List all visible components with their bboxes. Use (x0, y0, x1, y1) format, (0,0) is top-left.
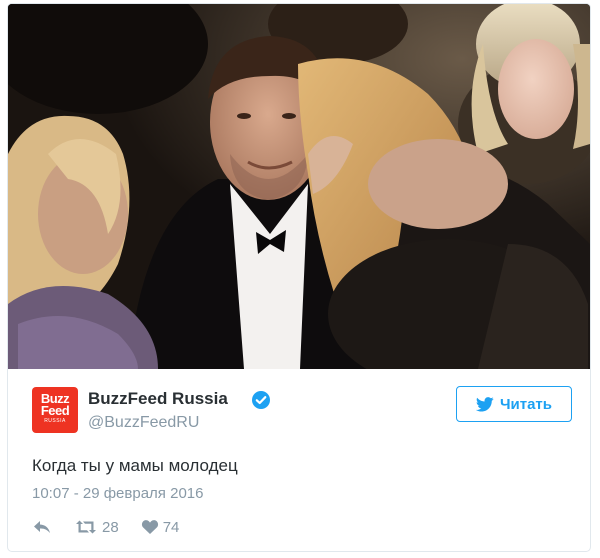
tweet-text: Когда ты у мамы молодец (32, 456, 238, 475)
tweet-actions: 28 74 (32, 516, 201, 538)
author-handle[interactable]: @BuzzFeedRU (88, 414, 199, 432)
retweet-count: 28 (102, 518, 119, 536)
like-count: 74 (162, 518, 180, 536)
reply-icon (34, 521, 50, 533)
reply-button[interactable] (32, 519, 52, 535)
follow-button[interactable]: Читать (456, 386, 572, 422)
author-name[interactable]: BuzzFeed Russia (88, 389, 228, 409)
tweet-card: Buzz Feed RUSSIA BuzzFeed Russia @BuzzFe… (7, 3, 591, 552)
photo-image (8, 4, 590, 369)
tweet-timestamp[interactable]: 10:07 - 29 февраля 2016 (32, 485, 203, 502)
author-avatar[interactable]: Buzz Feed RUSSIA (32, 387, 78, 433)
tweet-photo[interactable] (8, 4, 590, 369)
retweet-icon (76, 520, 96, 534)
retweet-button[interactable]: 28 (74, 519, 119, 536)
avatar-logo-line2: Feed (40, 403, 70, 418)
like-heart-icon (141, 520, 158, 534)
avatar-logo-line3: RUSSIA (44, 418, 66, 424)
verified-badge-icon (252, 391, 270, 409)
like-button[interactable]: 74 (141, 518, 180, 536)
twitter-bird-icon (475, 396, 494, 412)
follow-button-label: Читать (499, 395, 553, 413)
